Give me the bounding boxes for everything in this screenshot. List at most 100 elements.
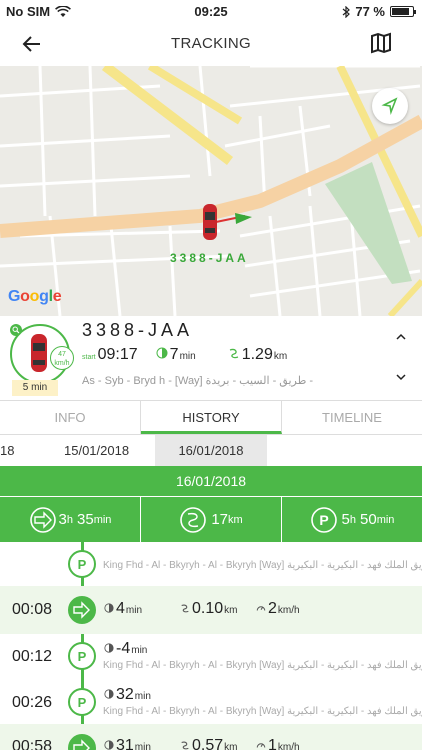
route-icon bbox=[181, 604, 189, 613]
bluetooth-icon bbox=[342, 5, 351, 18]
duration-value: -4 bbox=[116, 640, 131, 657]
tab-bar: INFO HISTORY TIMELINE bbox=[0, 400, 422, 435]
google-logo: Google bbox=[8, 288, 62, 305]
entry-duration: 31 min bbox=[104, 737, 151, 750]
list-item[interactable]: 00:58 31 min 0.57 km 1 km/h bbox=[0, 724, 422, 750]
parking-icon: P bbox=[78, 557, 87, 572]
date-item-selected[interactable]: 16/01/2018 bbox=[155, 435, 267, 466]
distance-unit: km bbox=[273, 351, 288, 362]
list-item[interactable]: 00:08 4 min 0.10 km 2 km/h bbox=[0, 586, 422, 634]
chevron-down-icon[interactable] bbox=[394, 370, 408, 384]
map-view[interactable]: 3388-JAA Google bbox=[0, 66, 422, 316]
minutes-badge: 5 min bbox=[12, 380, 58, 396]
tab-info[interactable]: INFO bbox=[0, 401, 141, 434]
clock-icon bbox=[104, 689, 114, 699]
vehicle-info-panel: 47 km/h 5 min 3388-JAA start 09:17 7 min… bbox=[0, 316, 422, 400]
speed-unit: km/h bbox=[277, 605, 300, 616]
app-screen: No SIM 09:25 77 % TRACKING 3388-JAA Goog… bbox=[0, 0, 422, 750]
list-item[interactable]: P King Fhd - Al - Bkyryh - Al - Bkyryh [… bbox=[0, 542, 422, 586]
search-badge-icon bbox=[10, 324, 22, 336]
map-icon[interactable] bbox=[370, 32, 392, 54]
entry-distance: 0.10 km bbox=[180, 600, 237, 618]
drive-minutes-unit: min bbox=[93, 513, 112, 526]
route-icon bbox=[181, 741, 189, 750]
summary-parking: P 5h 50 min bbox=[282, 497, 422, 542]
parking-node-icon: P bbox=[68, 688, 96, 716]
svg-text:P: P bbox=[78, 649, 87, 664]
navigation-arrow-icon bbox=[381, 97, 398, 116]
park-minutes: 50 bbox=[360, 511, 377, 528]
speed-badge: 47 km/h bbox=[50, 346, 74, 370]
clock-icon bbox=[104, 740, 114, 750]
entry-address: King Fhd - Al - Bkyryh - Al - Bkyryh [Wa… bbox=[103, 560, 422, 571]
battery-percent: 77 % bbox=[355, 4, 385, 19]
duration-value: 7 bbox=[169, 346, 179, 363]
start-time: 09:17 bbox=[97, 346, 138, 363]
route-icon bbox=[229, 348, 238, 359]
list-item[interactable]: 00:26 P 32 min King Fhd - Al - Bkyryh - A… bbox=[0, 678, 422, 724]
locate-button[interactable] bbox=[372, 88, 408, 124]
drive-node-icon bbox=[68, 596, 96, 624]
history-list[interactable]: P King Fhd - Al - Bkyryh - Al - Bkyryh [… bbox=[0, 542, 422, 750]
drive-arrow-icon bbox=[73, 739, 90, 750]
duration-value: 4 bbox=[116, 600, 125, 617]
duration-unit: min bbox=[125, 605, 143, 616]
page-title: TRACKING bbox=[171, 35, 251, 52]
speed-value: 47 bbox=[58, 351, 66, 358]
summary-drive: 3h 35 min bbox=[0, 497, 141, 542]
entry-time: 00:58 bbox=[12, 738, 53, 750]
distance-value: 1.29 bbox=[241, 346, 273, 363]
map-canvas bbox=[0, 66, 422, 316]
speed-value: 1 bbox=[268, 737, 277, 750]
date-item[interactable]: 18 bbox=[0, 435, 40, 466]
duration-unit: min bbox=[134, 742, 151, 750]
distance-value: 0.10 bbox=[192, 600, 224, 617]
entry-duration: 32 min bbox=[104, 686, 151, 704]
summary-distance: 17 km bbox=[141, 497, 282, 542]
parking-icon: P bbox=[310, 506, 337, 533]
nav-bar: TRACKING bbox=[0, 22, 422, 66]
start-label: start bbox=[82, 354, 96, 361]
entry-speed: 2 km/h bbox=[256, 600, 300, 618]
parking-icon: P bbox=[78, 649, 87, 664]
speed-value: 2 bbox=[268, 600, 277, 617]
duration-value: 32 bbox=[116, 686, 134, 703]
svg-text:P: P bbox=[78, 557, 87, 572]
tab-timeline[interactable]: TIMELINE bbox=[282, 401, 422, 434]
parking-node-icon: P bbox=[68, 642, 96, 670]
entry-time: 00:26 bbox=[12, 694, 53, 711]
clock-icon bbox=[104, 603, 114, 613]
direction-arrow-icon bbox=[235, 213, 252, 224]
chevron-up-icon[interactable] bbox=[394, 330, 408, 344]
list-item[interactable]: 00:12 P -4 min King Fhd - Al - Bkyryh - A… bbox=[0, 634, 422, 678]
tab-history[interactable]: HISTORY bbox=[141, 401, 282, 434]
drive-hours-unit: h bbox=[66, 513, 74, 526]
duration-unit: min bbox=[134, 691, 151, 702]
speed-unit: km/h bbox=[54, 360, 70, 367]
distance-total: 17 bbox=[211, 511, 228, 528]
parking-icon: P bbox=[78, 695, 87, 710]
distance-unit: km bbox=[224, 605, 238, 616]
entry-time: 00:08 bbox=[12, 601, 53, 618]
distance-value: 0.57 bbox=[192, 737, 224, 750]
speedometer-icon bbox=[256, 743, 266, 748]
clock-icon bbox=[156, 347, 168, 359]
entry-speed: 1 km/h bbox=[256, 737, 300, 750]
day-summary: 3h 35 min 17 km P 5h 50 min bbox=[0, 497, 422, 542]
duration-unit: min bbox=[131, 645, 148, 656]
clock-icon bbox=[104, 643, 114, 653]
route-icon bbox=[180, 506, 207, 533]
drive-arrow-icon bbox=[29, 506, 56, 533]
entry-duration: 4 min bbox=[104, 600, 142, 618]
duration-unit: min bbox=[179, 351, 196, 362]
park-minutes-unit: min bbox=[376, 513, 395, 526]
svg-text:P: P bbox=[319, 512, 328, 528]
svg-text:P: P bbox=[78, 695, 87, 710]
vehicle-plate: 3388-JAA bbox=[82, 320, 194, 340]
date-item[interactable]: 15/01/2018 bbox=[64, 435, 144, 466]
car-marker-icon bbox=[203, 204, 217, 240]
drive-arrow-icon bbox=[73, 601, 90, 619]
entry-address: King Fhd - Al - Bkyryh - Al - Bkyryh [Wa… bbox=[103, 660, 422, 671]
entry-duration: -4 min bbox=[104, 640, 147, 658]
drive-minutes: 35 bbox=[77, 511, 94, 528]
